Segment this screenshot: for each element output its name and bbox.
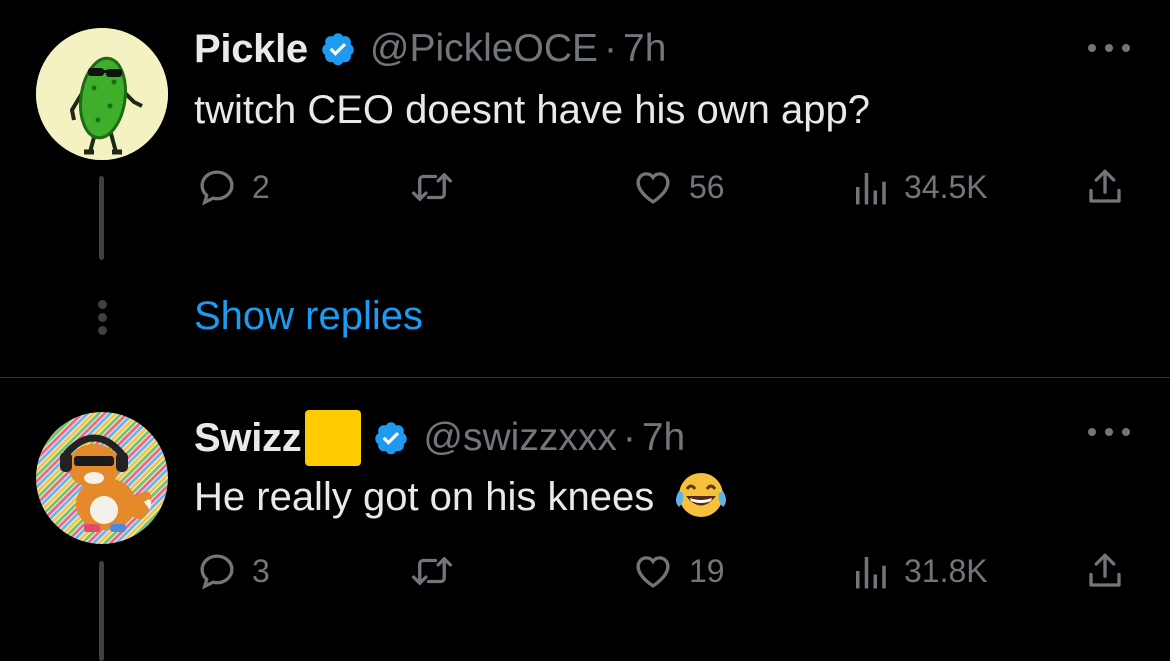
more-options-icon[interactable] xyxy=(1088,42,1130,54)
handle[interactable]: @swizzxxx xyxy=(423,416,616,460)
reply-icon xyxy=(200,170,234,206)
reply-count: 2 xyxy=(252,168,270,205)
display-name[interactable]: Pickle xyxy=(194,27,308,72)
timestamp[interactable]: 7h xyxy=(623,27,666,71)
thread-line xyxy=(99,561,104,661)
views-count: 31.8K xyxy=(904,552,988,589)
like-count: 19 xyxy=(689,552,725,589)
reply-count: 3 xyxy=(252,552,270,589)
pickle-avatar-image xyxy=(36,28,168,160)
share-icon xyxy=(1089,553,1121,587)
retweet-icon xyxy=(411,557,453,585)
tweet-header: Pickle @PickleOCE · 7h xyxy=(194,26,666,72)
like-button[interactable]: 19 xyxy=(631,549,725,593)
display-name[interactable]: Swizz xyxy=(194,416,302,461)
retweet-button[interactable] xyxy=(409,165,455,209)
share-icon xyxy=(1089,169,1121,203)
tweet-text: twitch CEO doesnt have his own app? xyxy=(194,88,870,132)
like-count: 56 xyxy=(689,168,725,205)
tears-of-joy-emoji-icon xyxy=(676,473,727,518)
swizz-avatar-image xyxy=(36,412,168,544)
timestamp[interactable]: 7h xyxy=(642,416,685,460)
like-button[interactable]: 56 xyxy=(631,165,725,209)
verified-badge-icon xyxy=(375,422,408,455)
tweet[interactable]: Swizz @swizzxxx · 7h He really got on hi… xyxy=(0,378,1170,661)
reply-button[interactable]: 3 xyxy=(196,549,270,593)
tweet-actions: 3 19 31.8K xyxy=(194,549,1134,593)
tweet-text: He really got on his knees xyxy=(194,475,655,519)
heart-icon xyxy=(636,556,670,588)
avatar[interactable] xyxy=(36,412,168,544)
reply-icon xyxy=(200,554,234,590)
views-icon xyxy=(856,173,886,205)
retweet-button[interactable] xyxy=(409,549,455,593)
show-replies-link[interactable]: Show replies xyxy=(194,294,423,339)
reply-feed: Pickle @PickleOCE · 7h twitch CEO doesnt… xyxy=(0,0,1170,661)
yellow-square-emoji xyxy=(305,410,362,466)
reply-button[interactable]: 2 xyxy=(196,165,270,209)
tweet[interactable]: Pickle @PickleOCE · 7h twitch CEO doesnt… xyxy=(0,0,1170,377)
avatar[interactable] xyxy=(36,28,168,160)
views-count: 34.5K xyxy=(904,168,988,205)
views-icon xyxy=(856,557,886,589)
verified-badge-icon xyxy=(322,33,354,66)
handle[interactable]: @PickleOCE xyxy=(370,27,598,71)
thread-line xyxy=(99,176,104,260)
more-options-icon[interactable] xyxy=(1088,426,1130,438)
separator: · xyxy=(604,27,617,70)
views-button[interactable]: 31.8K xyxy=(850,549,988,593)
share-button[interactable] xyxy=(1084,549,1126,593)
tweet-header: Swizz @swizzxxx · 7h xyxy=(194,410,685,466)
retweet-icon xyxy=(411,173,453,201)
tweet-text-row: He really got on his knees xyxy=(194,473,729,521)
thread-dots xyxy=(96,300,108,336)
heart-icon xyxy=(636,172,670,204)
separator: · xyxy=(622,416,636,459)
tweet-actions: 2 56 34.5K xyxy=(194,165,1134,209)
views-button[interactable]: 34.5K xyxy=(850,165,988,209)
share-button[interactable] xyxy=(1084,165,1126,209)
